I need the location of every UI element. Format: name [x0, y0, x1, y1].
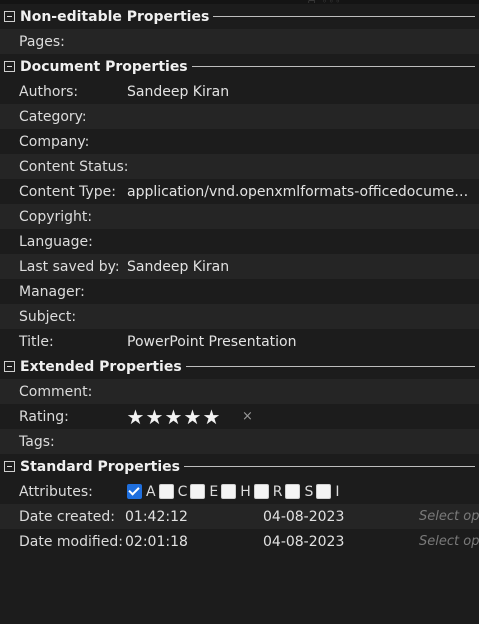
star-icon[interactable]: ★ [164, 407, 183, 427]
rating-stars[interactable]: ★ ★ ★ ★ ★ [126, 407, 221, 427]
attribute-checkboxes: ACEHRSI [127, 484, 343, 500]
property-label: Date created: [19, 508, 115, 525]
collapse-minus-icon[interactable] [4, 361, 15, 372]
date-field[interactable]: 04-08-2023 [263, 509, 344, 525]
section-title: Non-editable Properties [20, 8, 210, 25]
property-label: Subject: [19, 308, 77, 325]
attribute-letter: E [209, 483, 219, 500]
property-row[interactable]: Content Type: application/vnd.openxmlform… [0, 179, 479, 204]
property-value[interactable]: application/vnd.openxmlformats-officedoc… [127, 184, 477, 200]
properties-panel: Non-editable Properties Pages: Document … [0, 4, 479, 554]
attribute-s[interactable]: S [285, 484, 313, 500]
property-label: Language: [19, 233, 93, 250]
star-icon[interactable]: ★ [183, 407, 202, 427]
property-row[interactable]: Category: [0, 104, 479, 129]
attribute-letter: A [146, 483, 156, 500]
property-row-tags[interactable]: Tags: [0, 429, 479, 454]
star-icon[interactable]: ★ [145, 407, 164, 427]
checkbox[interactable] [253, 484, 269, 499]
date-field[interactable]: 04-08-2023 [263, 534, 344, 550]
property-label: Category: [19, 108, 87, 125]
property-label: Attributes: [19, 483, 93, 500]
time-field[interactable]: 01:42:12 [125, 509, 188, 525]
star-icon[interactable]: ★ [202, 407, 221, 427]
checkbox[interactable] [221, 484, 237, 499]
time-field[interactable]: 02:01:18 [125, 534, 188, 550]
checkmark-icon[interactable] [127, 484, 142, 499]
checkbox[interactable] [285, 484, 301, 499]
property-row[interactable]: Last saved by: Sandeep Kiran [0, 254, 479, 279]
attribute-r[interactable]: R [253, 483, 283, 500]
property-row-rating: Rating: ★ ★ ★ ★ ★ × [0, 404, 479, 429]
property-label: Content Type: [19, 183, 117, 200]
section-header-document[interactable]: Document Properties [0, 54, 479, 79]
collapse-minus-icon[interactable] [4, 61, 15, 72]
property-row-comment[interactable]: Comment: [0, 379, 479, 404]
property-row-date-modified: Date modified: 02:01:18 04-08-2023 Selec… [0, 529, 479, 554]
attribute-letter: C [177, 483, 188, 500]
attribute-letter: S [304, 483, 314, 500]
attribute-letter: H [240, 483, 251, 500]
attribute-h[interactable]: H [221, 484, 251, 500]
star-icon[interactable]: ★ [126, 407, 145, 427]
attribute-a[interactable]: A [127, 484, 156, 500]
select-operation-dropdown[interactable]: Select operation [419, 534, 479, 549]
checkbox[interactable] [316, 484, 332, 499]
property-value[interactable]: Sandeep Kiran [127, 259, 477, 275]
property-label: Title: [19, 333, 54, 350]
section-header-extended[interactable]: Extended Properties [0, 354, 479, 379]
property-label: Tags: [19, 433, 55, 450]
close-icon[interactable]: × [242, 409, 253, 424]
property-row[interactable]: Subject: [0, 304, 479, 329]
property-row[interactable]: Manager: [0, 279, 479, 304]
property-label: Pages: [19, 33, 65, 50]
property-row[interactable]: Title: PowerPoint Presentation [0, 329, 479, 354]
collapse-minus-icon[interactable] [4, 461, 15, 472]
property-row[interactable]: Authors: Sandeep Kiran [0, 79, 479, 104]
property-label: Rating: [19, 408, 69, 425]
select-operation-dropdown[interactable]: Select operation [419, 509, 479, 524]
collapse-minus-icon[interactable] [4, 11, 15, 22]
toolbar-hint-icon: ▭ ◦◦◦ [308, 0, 356, 3]
attribute-i[interactable]: I [316, 483, 340, 500]
section-title: Document Properties [20, 58, 188, 75]
property-label: Content Status: [19, 158, 129, 175]
checkbox[interactable] [190, 484, 206, 499]
property-row-attributes: Attributes: A C E H R S I [0, 479, 479, 504]
section-title: Standard Properties [20, 458, 180, 475]
property-label: Date modified: [19, 533, 123, 550]
attribute-letter: I [335, 483, 340, 500]
section-header-standard[interactable]: Standard Properties [0, 454, 479, 479]
property-row[interactable]: Pages: [0, 29, 479, 54]
property-row[interactable]: Copyright: [0, 204, 479, 229]
property-label: Copyright: [19, 208, 93, 225]
property-row-date-created: Date created: 01:42:12 04-08-2023 Select… [0, 504, 479, 529]
property-label: Authors: [19, 83, 79, 100]
property-label: Manager: [19, 283, 85, 300]
section-divider [185, 366, 475, 367]
checkbox[interactable] [158, 484, 174, 499]
property-label: Comment: [19, 383, 93, 400]
attribute-c[interactable]: C [158, 483, 188, 500]
property-label: Company: [19, 133, 90, 150]
section-divider [191, 66, 475, 67]
section-divider [183, 466, 475, 467]
attribute-e[interactable]: E [190, 484, 218, 500]
attribute-letter: R [272, 483, 283, 500]
section-title: Extended Properties [20, 358, 182, 375]
section-divider [213, 16, 475, 17]
property-row[interactable]: Company: [0, 129, 479, 154]
property-row[interactable]: Content Status: [0, 154, 479, 179]
property-value[interactable]: Sandeep Kiran [127, 84, 477, 100]
property-label: Last saved by: [19, 258, 120, 275]
property-value[interactable]: PowerPoint Presentation [127, 334, 477, 350]
property-row[interactable]: Language: [0, 229, 479, 254]
section-header-non-editable[interactable]: Non-editable Properties [0, 4, 479, 29]
